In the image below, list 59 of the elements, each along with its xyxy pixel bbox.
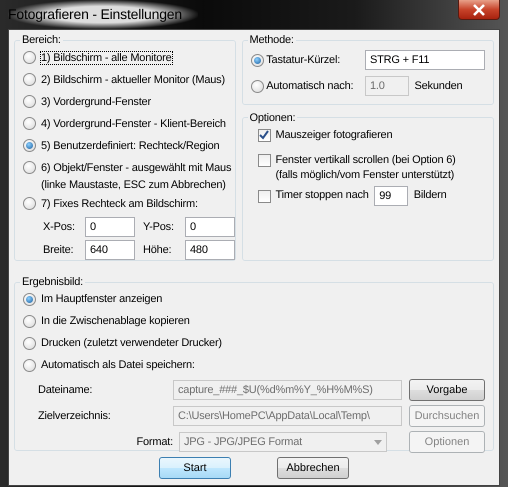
option-label: Tastatur-Kürzel: (266, 52, 342, 68)
option-label: 3) Vordergrund-Fenster (41, 96, 151, 108)
radio-button[interactable] (23, 337, 36, 350)
option-label: Fenster vertikall scrollen (bei Option 6) (276, 152, 456, 168)
radio-button[interactable] (250, 54, 264, 67)
field-label: Format: (136, 434, 174, 450)
field-label: X-Pos: (43, 220, 76, 234)
input-field[interactable]: 99 (374, 186, 408, 206)
field-label: Zielverzeichnis: (38, 408, 112, 424)
group-title: Optionen: (248, 110, 296, 124)
group-title: Bereich: (21, 33, 62, 47)
option-label: Automatisch nach: (266, 78, 354, 94)
checkbox[interactable] (258, 154, 270, 166)
option-label: Timer stoppen nach (276, 188, 369, 203)
option-label: 1) Bildschirm - alle Monitore (41, 52, 172, 64)
dialog-button[interactable]: Abbrechen (277, 457, 349, 479)
option-label: 4) Vordergrund-Fenster - Klient-Bereich (41, 118, 226, 130)
option-label: Im Hauptfenster anzeigen (41, 292, 162, 307)
option-label: 5) Benutzerdefiniert: Rechteck/Region (41, 140, 220, 152)
checkbox[interactable] (258, 190, 270, 202)
radio-button[interactable] (23, 161, 36, 174)
radio-button[interactable] (23, 197, 36, 210)
field-label: Dateiname: (38, 382, 94, 398)
radio-button[interactable] (23, 51, 36, 64)
group-title: Ergebnisbild: (21, 275, 84, 289)
option-label: Mauszeiger fotografieren (276, 128, 392, 142)
radio-button[interactable] (23, 315, 36, 328)
field-label: Höhe: (143, 242, 172, 258)
caret-icon (374, 440, 382, 444)
option-label: 7) Fixes Rechteck am Bildschirm: (41, 198, 198, 210)
group-title: Methode: (248, 33, 295, 47)
input-field[interactable]: 0 (185, 217, 235, 237)
check-icon (259, 130, 269, 140)
field-label: Y-Pos: (143, 220, 175, 234)
input-field[interactable]: 0 (85, 217, 135, 237)
radio-button[interactable] (23, 117, 36, 130)
input-field[interactable]: STRG + F11 (365, 50, 485, 70)
option-note: (linke Maustaste, ESC zum Abbrechen) (41, 178, 226, 190)
dialog-button[interactable]: Start (159, 457, 231, 479)
radio-button[interactable] (23, 359, 36, 372)
option-label: 6) Objekt/Fenster - ausgewählt mit Maus (41, 162, 232, 174)
option-label: 2) Bildschirm - aktueller Monitor (Maus) (41, 74, 225, 86)
option-label: Automatisch als Datei speichern: (41, 358, 195, 373)
option-note: (falls möglich/vom Fenster unterstützt) (276, 168, 456, 182)
checkbox[interactable] (258, 128, 270, 142)
close-button[interactable] (458, 0, 500, 20)
field-label: Breite: (43, 242, 74, 258)
unit-label: Sekunden (414, 78, 462, 94)
radio-button[interactable] (23, 73, 36, 86)
input-field[interactable]: 640 (85, 240, 135, 260)
close-icon (472, 4, 486, 16)
radio-button[interactable] (23, 293, 36, 306)
input-field[interactable]: 480 (185, 240, 235, 260)
radio-button[interactable] (23, 95, 36, 108)
option-label: Drucken (zuletzt verwendeter Drucker) (41, 336, 222, 351)
radio-button[interactable] (23, 139, 36, 152)
unit-label: Bildern (414, 188, 447, 203)
option-label: In die Zwischenablage kopieren (41, 314, 190, 329)
dropdown-value: JPG - JPG/JPEG Format (184, 434, 302, 450)
